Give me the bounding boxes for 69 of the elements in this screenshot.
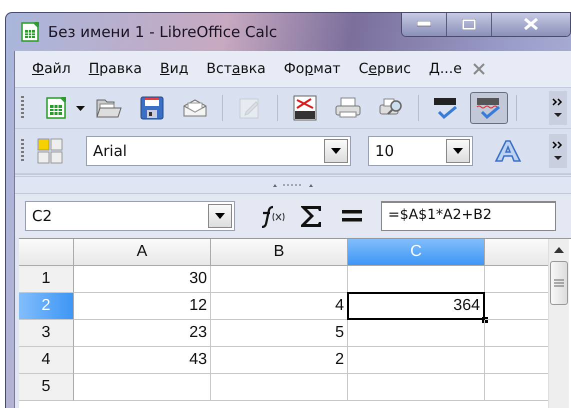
maximize-icon [462,18,476,30]
row-header[interactable]: 3 [19,320,74,347]
select-all-corner[interactable] [19,239,74,266]
table-cell[interactable] [74,374,211,401]
menu-item[interactable]: Файл [23,61,80,77]
table-cell[interactable]: 2 [211,347,348,374]
up-arrow-icon[interactable] [554,247,564,253]
table-cell[interactable] [348,374,485,401]
close-button[interactable] [492,13,570,36]
row-header[interactable]: 5 [19,374,74,401]
column-header[interactable] [485,239,548,266]
grip-lines-icon [554,279,564,287]
column-header[interactable]: A [74,239,211,266]
column-header[interactable]: B [211,239,348,266]
scroll-thumb[interactable] [550,261,568,305]
minimize-button[interactable] [402,13,447,36]
toolbar-grip[interactable] [21,139,24,163]
menu-item[interactable]: Сервис [350,61,420,77]
chevron-icon [552,140,564,162]
menu-item[interactable]: Правка [80,61,151,77]
close-icon [523,18,539,30]
printer-icon [335,97,361,119]
menu-item[interactable]: Д...е [420,61,471,77]
equals-icon[interactable] [341,210,363,222]
overflow-button[interactable] [549,134,567,168]
toolbar-grip[interactable] [21,96,24,120]
spellcheck-icon [476,96,502,120]
chevron-icon [552,97,564,119]
table-cell[interactable]: 5 [211,320,348,347]
table-cell[interactable]: 43 [74,347,211,374]
minimize-icon [417,21,431,27]
table-cell[interactable]: 4 [211,293,348,320]
row-header[interactable]: 4 [19,347,74,374]
pdf-icon [293,95,317,121]
save-icon [140,96,164,120]
table-cell[interactable]: 12 [74,293,211,320]
table-cell[interactable] [211,374,348,401]
sum-icon[interactable] [299,205,323,227]
dropdown-arrow-icon [215,213,225,219]
close-icon[interactable] [472,62,486,76]
caret-icon[interactable] [76,106,85,110]
font-size-field[interactable]: 10 [368,136,473,166]
font-name-field[interactable]: Arial [86,136,351,166]
menu-item[interactable]: Вставка [197,61,275,77]
table-cell[interactable] [211,266,348,293]
dropdown-arrow-icon [453,148,463,154]
menu-item[interactable]: Формат [274,61,350,77]
spellcheck-icon [433,96,459,120]
maximize-button[interactable] [447,13,492,36]
dropdown-arrow-icon [331,148,341,154]
table-cell[interactable] [348,320,485,347]
table-cell[interactable] [348,347,485,374]
splitter-handle-icon[interactable] [271,182,315,188]
window-title: Без имени 1 - LibreOffice Calc [48,23,278,41]
name-box[interactable]: C2 [25,201,235,231]
spreadsheet-icon [20,21,40,43]
envelope-icon [183,98,207,118]
vertical-scrollbar[interactable] [548,239,569,408]
table-cell[interactable]: 30 [74,266,211,293]
outline-letter-icon[interactable] [494,139,522,163]
overflow-button[interactable] [549,91,567,125]
grid-icon[interactable] [37,138,63,164]
table-cell[interactable]: 364 [347,292,485,320]
folder-icon [96,97,122,119]
table-cell[interactable]: 23 [74,320,211,347]
row-header[interactable]: 1 [19,266,74,293]
spreadsheet-icon [44,96,68,120]
formula-input[interactable]: =$A$1*A2+B2 [381,201,556,231]
menu-item[interactable]: Вид [151,61,198,77]
